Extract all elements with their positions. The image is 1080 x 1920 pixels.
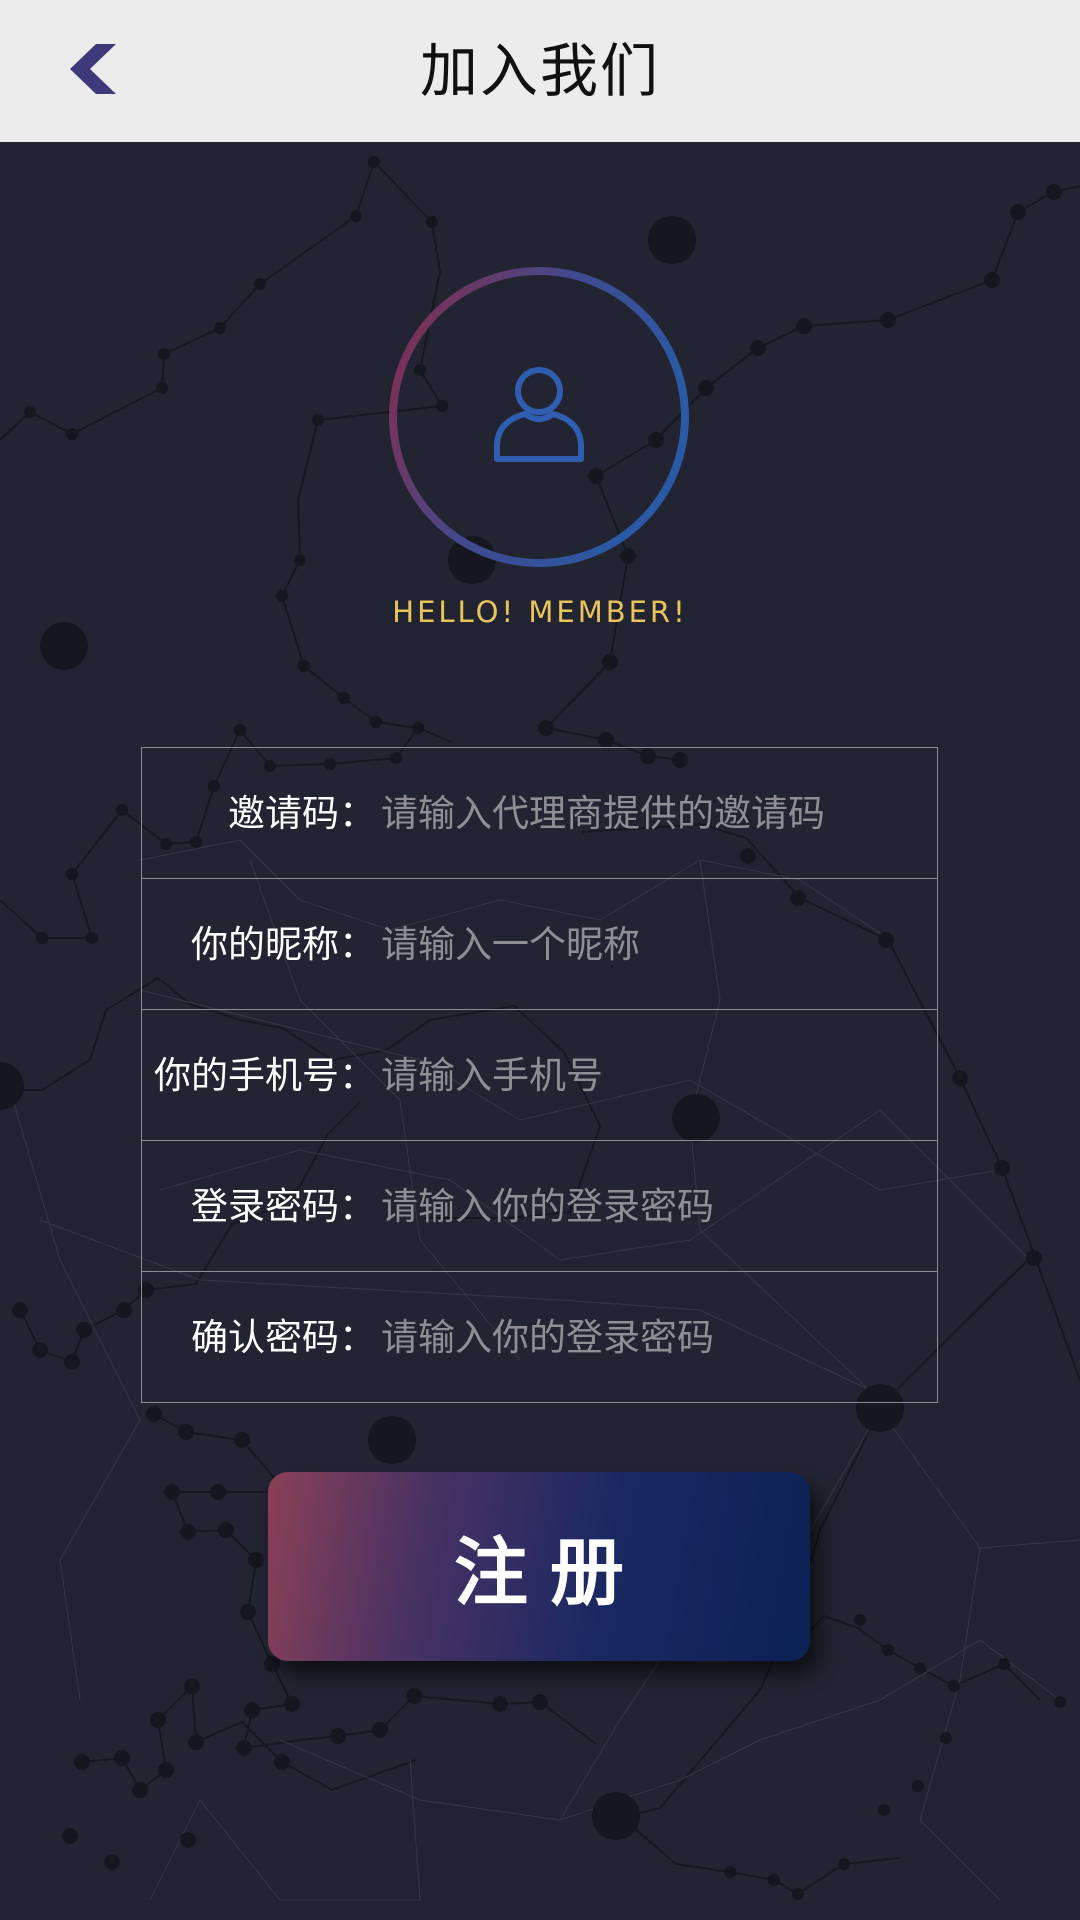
password-label: 登录密码： [191,1185,376,1228]
greeting-text: HELLO! MEMBER! [392,595,688,629]
password-row: 登录密码： [142,1141,937,1272]
register-button-label: 注册 [454,1530,646,1616]
confirm-password-input[interactable] [381,1302,911,1372]
nickname-input[interactable] [381,909,911,979]
confirm-password-row: 确认密码： [142,1272,937,1403]
nickname-label: 你的昵称： [191,923,376,966]
phone-label: 你的手机号： [154,1054,376,1097]
page-title: 加入我们 [419,37,660,105]
invite-code-row: 邀请码： [142,748,937,879]
registration-form: 邀请码： 你的昵称： 你的手机号： 登录密码： 确认密码： [141,747,938,1403]
header-bar: 加入我们 [0,0,1080,142]
password-input[interactable] [381,1171,911,1241]
invite-code-input[interactable] [381,778,911,848]
phone-input[interactable] [381,1040,911,1110]
phone-row: 你的手机号： [142,1010,937,1141]
avatar[interactable] [386,264,692,570]
confirm-password-label: 确认密码： [191,1316,376,1359]
user-icon [494,367,584,462]
register-button[interactable]: 注册 [268,1472,810,1661]
invite-code-label: 邀请码： [228,792,376,835]
nickname-row: 你的昵称： [142,879,937,1010]
